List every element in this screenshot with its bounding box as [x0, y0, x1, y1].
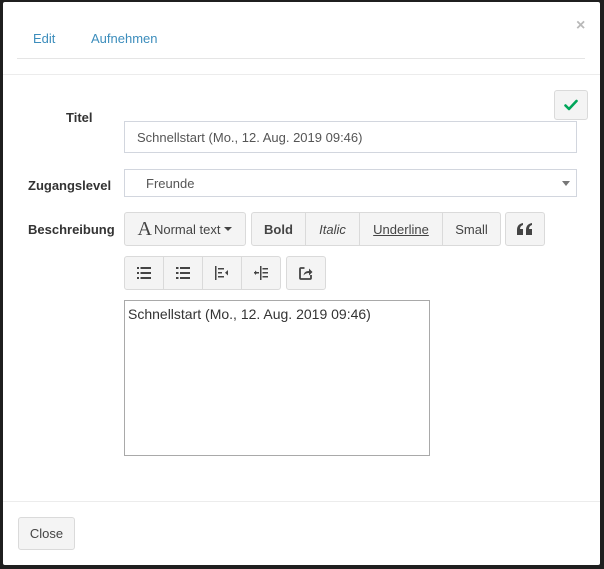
font-style-dropdown[interactable]: A Normal text [124, 212, 246, 246]
save-check-button[interactable] [554, 90, 588, 120]
unordered-list-icon [137, 267, 151, 279]
title-input[interactable]: Schnellstart (Mo., 12. Aug. 2019 09:46) [124, 121, 577, 153]
list-format-group [124, 256, 281, 290]
indent-icon [254, 266, 268, 280]
access-level-label: Zugangslevel [28, 178, 112, 193]
tab-aufnehmen[interactable]: Aufnehmen [91, 32, 158, 46]
description-textarea[interactable]: Schnellstart (Mo., 12. Aug. 2019 09:46) [124, 300, 430, 456]
chevron-down-icon [562, 181, 570, 186]
quote-icon [517, 223, 532, 235]
description-label: Beschreibung [28, 222, 115, 237]
insert-link-button[interactable] [286, 256, 326, 290]
blockquote-button[interactable] [505, 212, 545, 246]
share-icon [299, 267, 313, 280]
modal-dialog: Edit Aufnehmen × Titel Schnellstart (Mo.… [3, 2, 600, 565]
bold-button[interactable]: Bold [251, 212, 306, 246]
text-format-group: Bold Italic Underline Small [251, 212, 501, 246]
underline-button[interactable]: Underline [359, 212, 443, 246]
check-icon [564, 99, 578, 111]
tab-edit[interactable]: Edit [33, 32, 55, 46]
title-label: Titel [66, 110, 93, 125]
font-glyph: A [137, 218, 152, 240]
access-level-value: Freunde [146, 175, 195, 191]
footer-divider [3, 501, 600, 502]
ordered-list-icon [176, 267, 190, 279]
caret-down-icon [224, 227, 233, 231]
font-style-label: Normal text [153, 221, 221, 237]
outdent-icon [215, 266, 228, 280]
header-divider [3, 74, 600, 75]
unordered-list-button[interactable] [124, 256, 164, 290]
outdent-button[interactable] [202, 256, 242, 290]
ordered-list-button[interactable] [163, 256, 203, 290]
access-level-select[interactable]: Freunde [124, 169, 577, 197]
close-button[interactable]: Close [18, 517, 75, 550]
indent-button[interactable] [241, 256, 281, 290]
close-icon[interactable]: × [576, 18, 585, 34]
small-button[interactable]: Small [442, 212, 501, 246]
tab-divider [17, 58, 585, 59]
italic-button[interactable]: Italic [305, 212, 360, 246]
